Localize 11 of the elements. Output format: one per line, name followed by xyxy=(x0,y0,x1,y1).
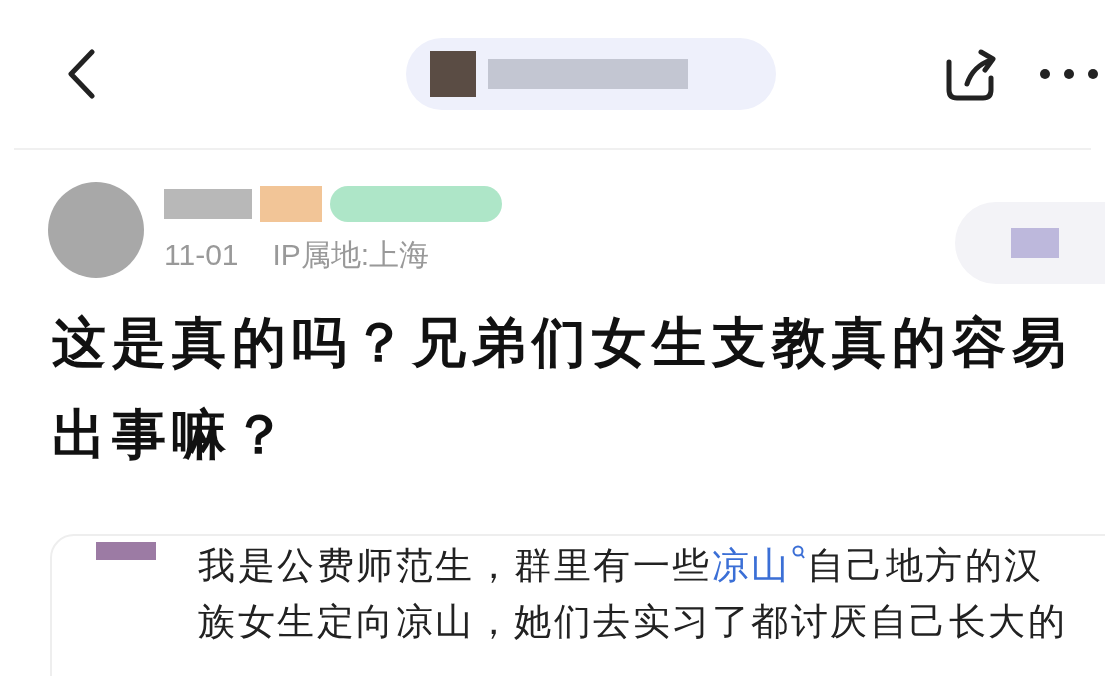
quote-text: 我是公费师范生，群里有一些凉山 自己地方的汉族女生定向凉山，她们去实习了都讨厌自己长大的 xyxy=(198,543,1068,644)
more-icon[interactable] xyxy=(1039,68,1099,80)
post-title: 这是真的吗？兄弟们女生支教真的容易出事嘛？ xyxy=(52,311,1073,466)
post-date: 11-01 xyxy=(164,237,239,273)
back-icon[interactable] xyxy=(66,49,96,99)
search-link[interactable]: 凉山 xyxy=(711,545,791,586)
blurred-label xyxy=(1011,228,1059,258)
blurred-quote-avatar xyxy=(96,542,156,560)
blurred-forum-avatar xyxy=(430,51,476,97)
ip-location: IP属地:上海 xyxy=(272,237,430,273)
blurred-level-badge xyxy=(260,186,322,222)
